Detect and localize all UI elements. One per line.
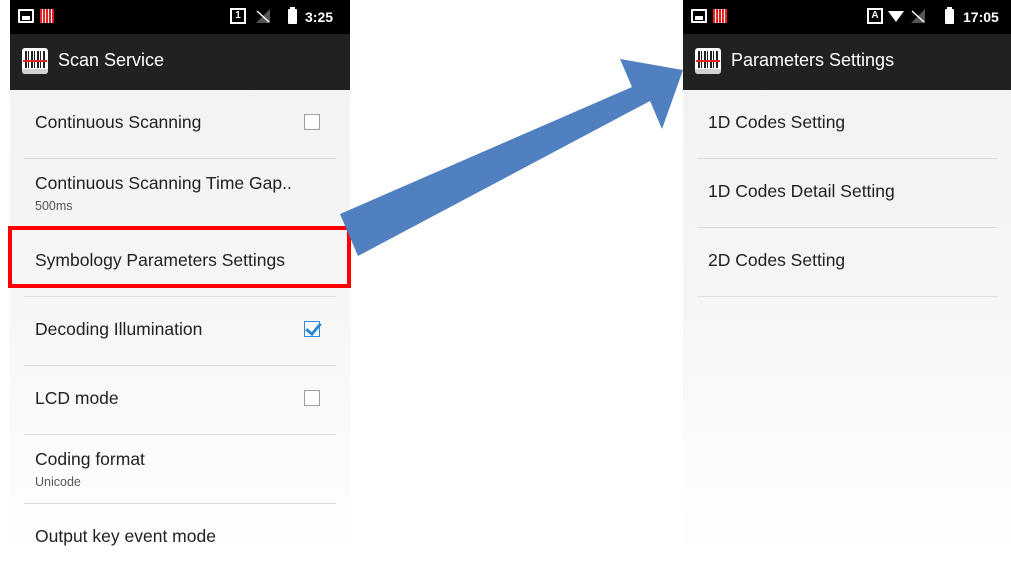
wifi-icon bbox=[888, 11, 904, 22]
pref-decoding-illumination[interactable]: Decoding Illumination bbox=[24, 297, 336, 366]
lcd-mode-checkbox[interactable] bbox=[304, 390, 320, 406]
pref-1d-codes-setting[interactable]: 1D Codes Setting bbox=[697, 90, 997, 159]
pref-title: Continuous Scanning bbox=[35, 112, 202, 132]
pref-coding-format[interactable]: Coding format Unicode bbox=[24, 435, 336, 504]
pref-title: Symbology Parameters Settings bbox=[35, 250, 285, 270]
pref-title: LCD mode bbox=[35, 388, 119, 408]
pref-title: Decoding Illumination bbox=[35, 319, 203, 339]
image-notification-icon bbox=[18, 9, 34, 23]
parameters-settings-screen: A 17:05 Parameters Settings 1D Codes Set… bbox=[683, 0, 1011, 557]
status-bar: A 17:05 bbox=[683, 0, 1011, 34]
pref-summary: 500ms bbox=[35, 199, 73, 213]
pref-1d-codes-detail-setting[interactable]: 1D Codes Detail Setting bbox=[697, 159, 997, 228]
battery-icon bbox=[945, 7, 954, 24]
pref-output-key-event-mode[interactable]: Output key event mode bbox=[24, 504, 336, 557]
pref-lcd-mode[interactable]: LCD mode bbox=[24, 366, 336, 435]
pref-title: 1D Codes Detail Setting bbox=[708, 181, 895, 201]
pref-title: 2D Codes Setting bbox=[708, 250, 846, 270]
pref-title: Coding format bbox=[35, 449, 145, 469]
sim-1-icon: 1 bbox=[230, 8, 246, 24]
no-signal-icon bbox=[911, 9, 925, 23]
pref-summary: Unicode bbox=[35, 475, 81, 489]
no-signal-icon bbox=[256, 9, 270, 23]
preference-list: 1D Codes Setting 1D Codes Detail Setting… bbox=[683, 90, 1011, 297]
barcode-notification-icon bbox=[713, 9, 727, 23]
image-notification-icon bbox=[691, 9, 707, 23]
pref-2d-codes-setting[interactable]: 2D Codes Setting bbox=[697, 228, 997, 297]
keyboard-a-icon: A bbox=[867, 8, 883, 24]
continuous-scanning-checkbox[interactable] bbox=[304, 114, 320, 130]
pref-continuous-scanning-time-gap[interactable]: Continuous Scanning Time Gap.. 500ms bbox=[24, 159, 336, 228]
clock: 17:05 bbox=[963, 9, 999, 25]
barcode-notification-icon bbox=[40, 9, 54, 23]
pref-symbology-parameters-settings[interactable]: Symbology Parameters Settings bbox=[24, 228, 336, 297]
pref-title: Continuous Scanning Time Gap.. bbox=[35, 173, 292, 193]
action-bar: Parameters Settings bbox=[683, 34, 1011, 90]
scan-service-screen: 1 3:25 Scan Service Continuous Scanning … bbox=[10, 0, 350, 557]
pref-continuous-scanning[interactable]: Continuous Scanning bbox=[24, 90, 336, 159]
barcode-scanner-icon[interactable] bbox=[695, 48, 721, 74]
preference-list: Continuous Scanning Continuous Scanning … bbox=[10, 90, 350, 557]
clock: 3:25 bbox=[305, 9, 334, 25]
battery-icon bbox=[288, 7, 297, 24]
pref-title: Output key event mode bbox=[35, 526, 216, 546]
barcode-scanner-icon[interactable] bbox=[22, 48, 48, 74]
pref-title: 1D Codes Setting bbox=[708, 112, 846, 132]
action-bar: Scan Service bbox=[10, 34, 350, 90]
decoding-illumination-checkbox[interactable] bbox=[304, 321, 320, 337]
page-title: Scan Service bbox=[58, 50, 165, 70]
status-bar: 1 3:25 bbox=[10, 0, 350, 34]
page-title: Parameters Settings bbox=[731, 50, 895, 70]
